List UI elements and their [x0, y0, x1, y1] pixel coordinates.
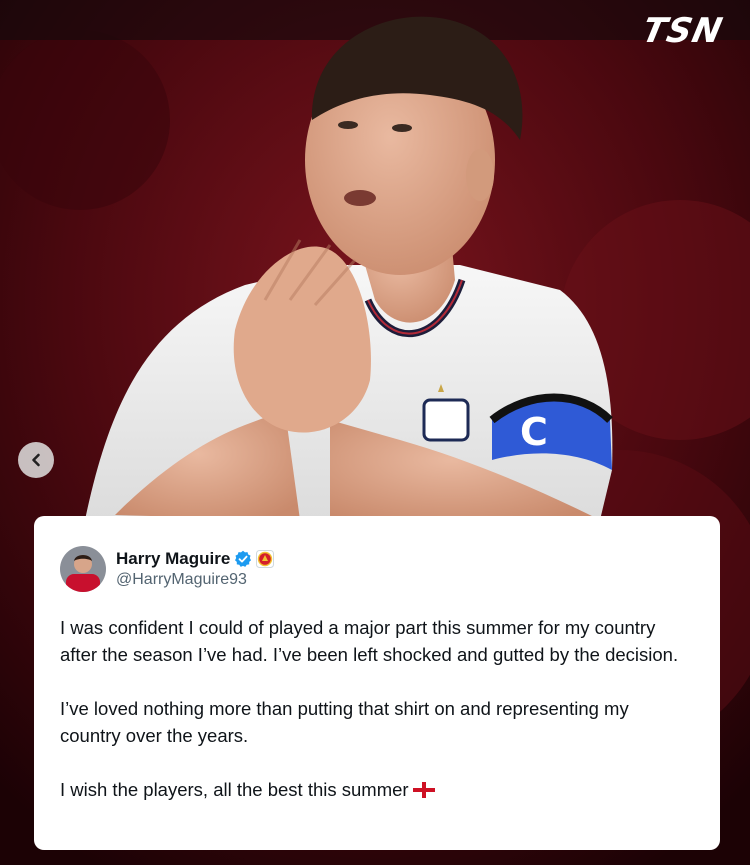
display-name[interactable]: Harry Maguire	[116, 549, 230, 569]
england-flag-icon	[412, 778, 435, 805]
tweet-card: Harry Maguire @HarryMaguire93 I was conf…	[34, 516, 720, 850]
tweet-closing-text: I wish the players, all the best this su…	[60, 779, 409, 800]
tweet-paragraph: I was confident I could of played a majo…	[60, 617, 679, 665]
tsn-logo: TSN	[638, 11, 727, 51]
club-crest-icon	[256, 550, 275, 568]
tweet-header: Harry Maguire @HarryMaguire93	[60, 546, 694, 592]
tweet-paragraph-closing: I wish the players, all the best this su…	[60, 776, 694, 805]
tweet-paragraph: I’ve loved nothing more than putting tha…	[60, 698, 629, 746]
chevron-left-icon	[28, 452, 44, 468]
post-image: C TSN Harry Maguire @HarryMaguire93 I wa…	[0, 0, 750, 865]
avatar[interactable]	[60, 546, 106, 592]
verified-badge-icon	[234, 550, 252, 568]
tweet-text: I was confident I could of played a majo…	[60, 614, 694, 805]
svg-text:C: C	[520, 410, 548, 454]
carousel-prev-button[interactable]	[18, 442, 54, 478]
handle[interactable]: @HarryMaguire93	[116, 571, 274, 589]
